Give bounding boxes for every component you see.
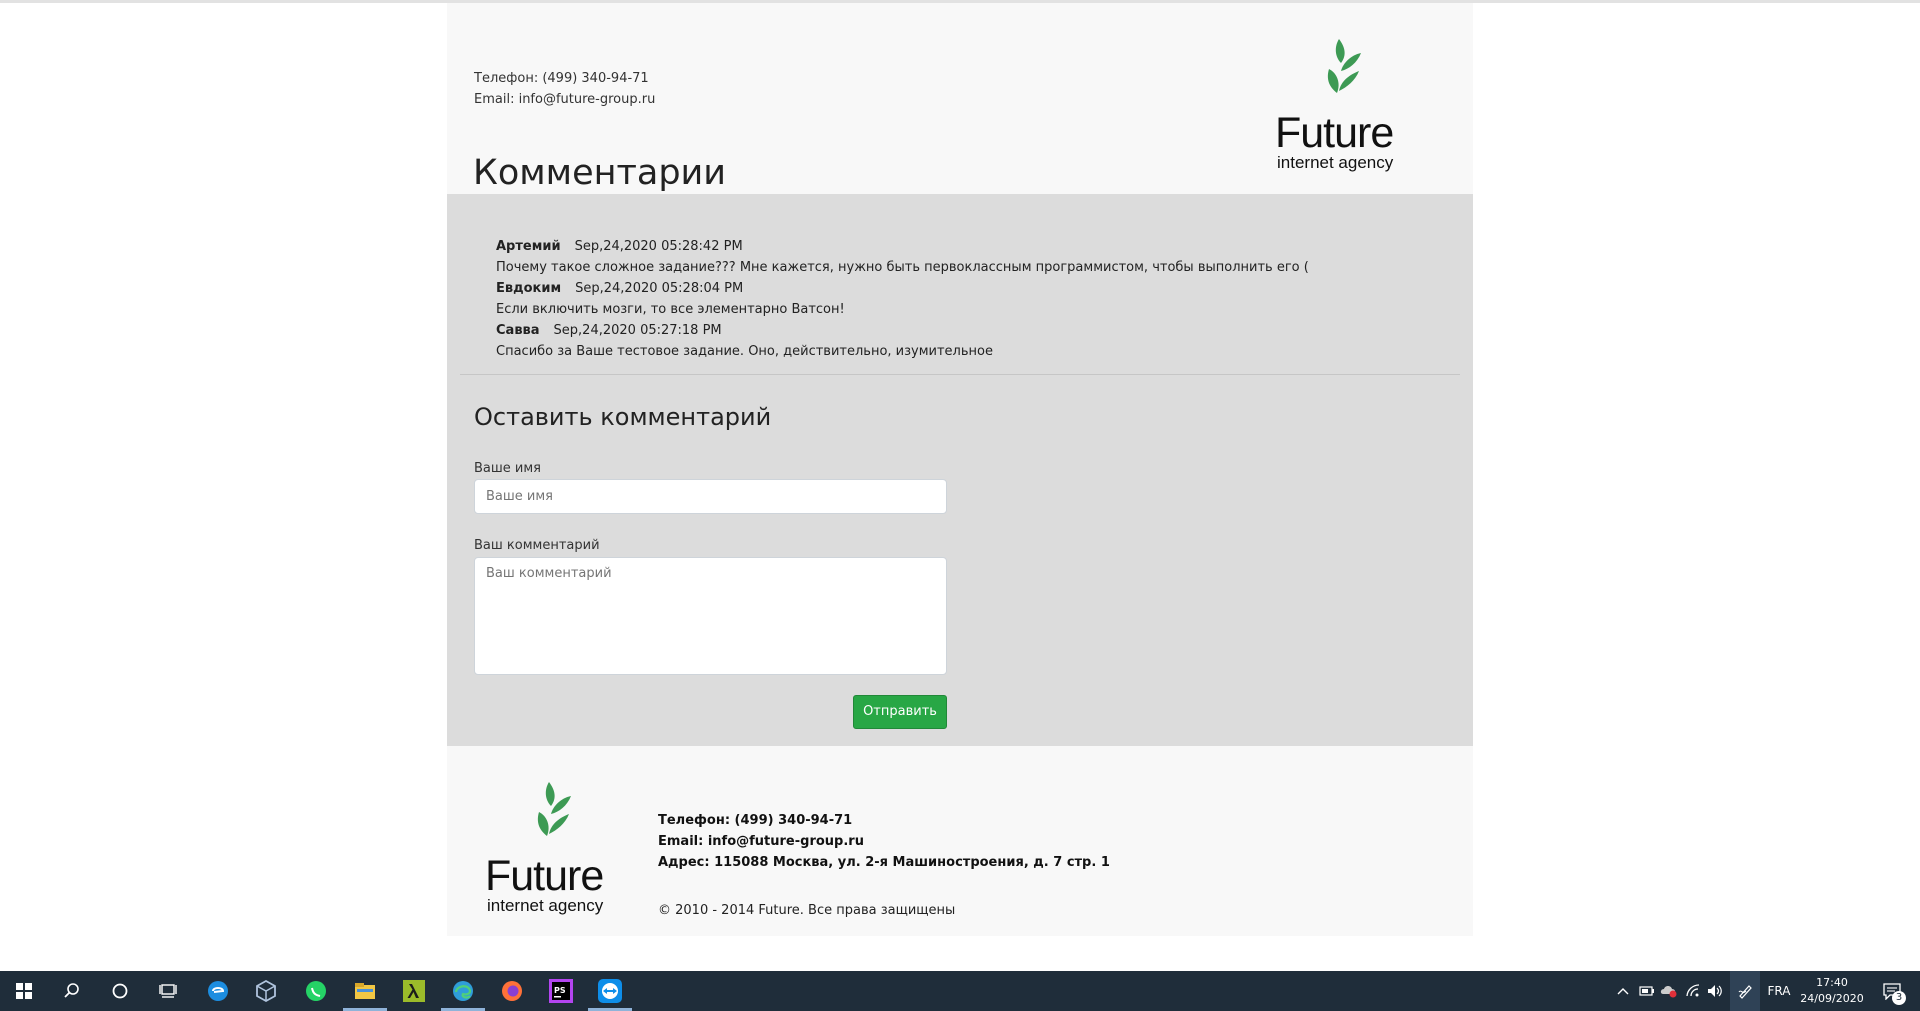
pen-workspace-icon[interactable] — [1730, 971, 1760, 1011]
logo-tagline: internet agency — [487, 896, 604, 915]
search-icon[interactable] — [48, 971, 96, 1011]
header-contacts: Телефон: (499) 340-94-71 Email: info@fut… — [474, 68, 655, 110]
comment-label: Ваш комментарий — [474, 538, 600, 553]
cortana-icon[interactable] — [96, 971, 144, 1011]
page-container: Телефон: (499) 340-94-71 Email: info@fut… — [447, 3, 1473, 936]
submit-button[interactable]: Отправить — [853, 695, 947, 729]
comment-date: Sep,24,2020 05:28:04 PM — [575, 281, 744, 296]
windows-start-icon[interactable] — [0, 971, 48, 1011]
phpstorm-icon[interactable]: PS — [537, 971, 585, 1011]
lambda-app-icon[interactable] — [390, 971, 438, 1011]
comment-author: Артемий — [496, 239, 561, 254]
comments-section: Артемий Sep,24,2020 05:28:42 PM Почему та… — [447, 194, 1473, 746]
edge-legacy-icon[interactable] — [194, 971, 242, 1011]
logo-tagline: internet agency — [1277, 153, 1394, 172]
header: Телефон: (499) 340-94-71 Email: info@fut… — [447, 3, 1473, 194]
comment-text: Спасибо за Ваше тестовое задание. Оно, д… — [496, 344, 993, 359]
clock-time: 17:40 — [1816, 976, 1848, 989]
clock-date: 24/09/2020 — [1800, 992, 1864, 1005]
cloud-error-icon[interactable] — [1658, 971, 1680, 1011]
header-email: Email: info@future-group.ru — [474, 92, 656, 107]
footer-email: Email: info@future-group.ru — [658, 834, 864, 849]
notification-badge: 3 — [1892, 991, 1906, 1005]
notifications-icon[interactable]: 3 — [1872, 971, 1912, 1011]
section-divider — [460, 374, 1460, 375]
task-view-icon[interactable] — [144, 971, 192, 1011]
wifi-icon[interactable] — [1682, 971, 1704, 1011]
comment-date: Sep,24,2020 05:28:42 PM — [574, 239, 743, 254]
comment-date: Sep,24,2020 05:27:18 PM — [553, 323, 722, 338]
footer: Future internet agency Телефон: (499) 34… — [447, 746, 1473, 936]
svg-text:PS: PS — [554, 986, 566, 995]
footer-phone: Телефон: (499) 340-94-71 — [658, 813, 853, 828]
logo-wordmark: Future — [1275, 109, 1394, 157]
comment-author: Савва — [496, 323, 540, 338]
header-phone: Телефон: (499) 340-94-71 — [474, 71, 649, 86]
taskbar: PS FRA 17:40 24/09/2020 3 — [0, 971, 1920, 1011]
edge-icon[interactable] — [439, 971, 487, 1011]
logo-wordmark: Future — [485, 852, 604, 900]
virtualbox-icon[interactable] — [242, 971, 290, 1011]
name-input[interactable] — [474, 479, 947, 514]
comments-list: Артемий Sep,24,2020 05:28:42 PM Почему та… — [496, 236, 1309, 362]
chevron-up-icon[interactable] — [1612, 971, 1634, 1011]
language-indicator[interactable]: FRA — [1762, 971, 1796, 1011]
page-title: Комментарии — [473, 153, 727, 193]
footer-address: Адрес: 115088 Москва, ул. 2-я Машиностро… — [658, 855, 1110, 870]
form-title: Оставить комментарий — [474, 403, 772, 431]
comment-text: Если включить мозги, то все элементарно … — [496, 302, 845, 317]
comment-author: Евдоким — [496, 281, 562, 296]
file-explorer-icon[interactable] — [341, 971, 389, 1011]
whatsapp-icon[interactable] — [292, 971, 340, 1011]
leaf-logo-icon — [1327, 39, 1361, 93]
comment-item: Евдоким Sep,24,2020 05:28:04 PM Если вклю… — [496, 278, 1309, 320]
firefox-icon[interactable] — [488, 971, 536, 1011]
footer-contacts: Телефон: (499) 340-94-71 Email: info@fut… — [658, 810, 1110, 873]
copyright: © 2010 - 2014 Future. Все права защищены — [658, 903, 956, 918]
comment-text: Почему такое сложное задание??? Мне каже… — [496, 260, 1309, 275]
comment-item: Артемий Sep,24,2020 05:28:42 PM Почему та… — [496, 236, 1309, 278]
comment-textarea[interactable] — [474, 557, 947, 675]
comment-item: Савва Sep,24,2020 05:27:18 PM Спасибо за … — [496, 320, 1309, 362]
name-label: Ваше имя — [474, 461, 541, 476]
leaf-logo-icon — [537, 782, 571, 836]
volume-icon[interactable] — [1704, 971, 1726, 1011]
battery-icon[interactable] — [1636, 971, 1658, 1011]
teamviewer-icon[interactable] — [586, 971, 634, 1011]
clock[interactable]: 17:40 24/09/2020 — [1796, 971, 1868, 1011]
